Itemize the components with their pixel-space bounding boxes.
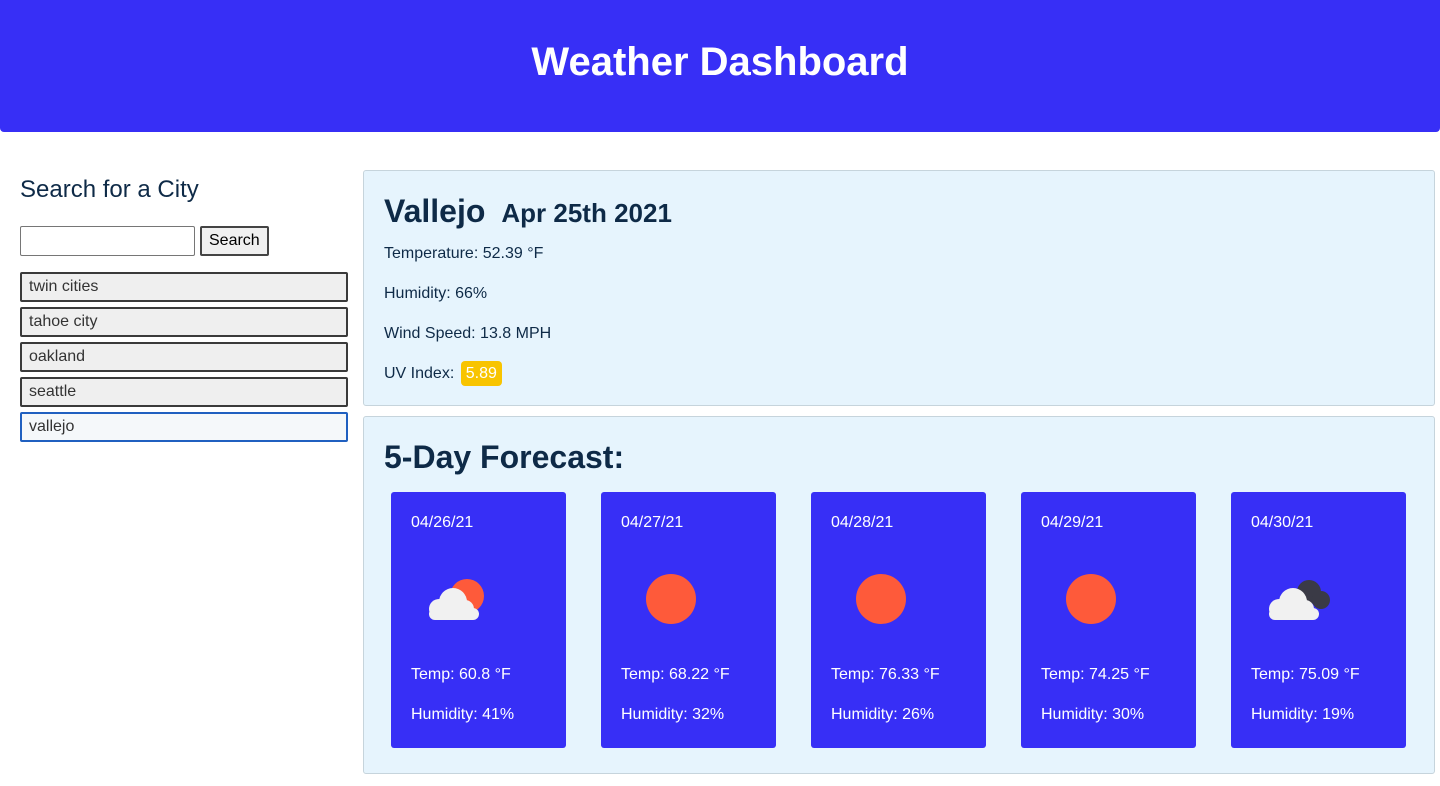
history-item-twin-cities[interactable]: twin cities xyxy=(20,272,348,302)
uv-label: UV Index: xyxy=(384,365,455,382)
search-button[interactable]: Search xyxy=(200,226,269,256)
city-name: Vallejo xyxy=(384,193,486,229)
cloudy-icon xyxy=(1261,564,1341,634)
forecast-date: 04/29/21 xyxy=(1041,514,1104,531)
forecast-card: 04/28/21 Temp: 76.33 °F Humidity: 26% xyxy=(811,492,986,748)
forecast-card: 04/26/21 Temp: 60.8 °F Humidity: 41% xyxy=(391,492,566,748)
forecast-card: 04/27/21 Temp: 68.22 °F Humidity: 32% xyxy=(601,492,776,748)
history-item-seattle[interactable]: seattle xyxy=(20,377,348,407)
app-header: Weather Dashboard xyxy=(0,0,1440,132)
current-date: Apr 25th 2021 xyxy=(501,198,672,228)
search-history: twin cities tahoe city oakland seattle v… xyxy=(20,272,348,442)
current-uv-index: UV Index: 5.89 xyxy=(384,361,502,386)
forecast-heading: 5-Day Forecast: xyxy=(384,439,625,475)
sun-icon xyxy=(631,564,711,634)
sidebar: Search for a City Search twin cities tah… xyxy=(20,174,348,447)
current-wind-speed: Wind Speed: 13.8 MPH xyxy=(384,325,552,342)
page-title: Weather Dashboard xyxy=(531,39,909,84)
sun-icon xyxy=(841,564,921,634)
forecast-date: 04/28/21 xyxy=(831,514,894,531)
history-item-tahoe-city[interactable]: tahoe city xyxy=(20,307,348,337)
uv-badge: 5.89 xyxy=(460,361,502,386)
forecast-humidity: Humidity: 41% xyxy=(411,706,515,723)
forecast-humidity: Humidity: 19% xyxy=(1251,706,1355,723)
forecast-card: 04/30/21 Temp: 75.09 °F Humidity: 19% xyxy=(1231,492,1406,748)
forecast-temp: Temp: 75.09 °F xyxy=(1251,666,1360,683)
current-title: Vallejo Apr 25th 2021 xyxy=(384,193,672,230)
city-search-input[interactable] xyxy=(20,226,195,256)
forecast-temp: Temp: 60.8 °F xyxy=(411,666,511,683)
sun-icon xyxy=(1051,564,1131,634)
forecast-temp: Temp: 76.33 °F xyxy=(831,666,940,683)
partly-cloudy-icon xyxy=(421,564,501,634)
forecast-panel: 5-Day Forecast: 04/26/21 Temp: 60.8 °F H… xyxy=(363,416,1435,774)
forecast-date: 04/27/21 xyxy=(621,514,684,531)
forecast-humidity: Humidity: 26% xyxy=(831,706,935,723)
history-item-oakland[interactable]: oakland xyxy=(20,342,348,372)
current-weather-panel: Vallejo Apr 25th 2021 Temperature: 52.39… xyxy=(363,170,1435,406)
current-humidity: Humidity: 66% xyxy=(384,285,488,302)
forecast-temp: Temp: 68.22 °F xyxy=(621,666,730,683)
forecast-temp: Temp: 74.25 °F xyxy=(1041,666,1150,683)
search-form: Search xyxy=(20,226,348,256)
forecast-date: 04/30/21 xyxy=(1251,514,1314,531)
search-heading: Search for a City xyxy=(20,176,199,203)
forecast-card: 04/29/21 Temp: 74.25 °F Humidity: 30% xyxy=(1021,492,1196,748)
current-temperature: Temperature: 52.39 °F xyxy=(384,245,544,262)
history-item-vallejo[interactable]: vallejo xyxy=(20,412,348,442)
forecast-humidity: Humidity: 30% xyxy=(1041,706,1145,723)
forecast-humidity: Humidity: 32% xyxy=(621,706,725,723)
forecast-date: 04/26/21 xyxy=(411,514,474,531)
